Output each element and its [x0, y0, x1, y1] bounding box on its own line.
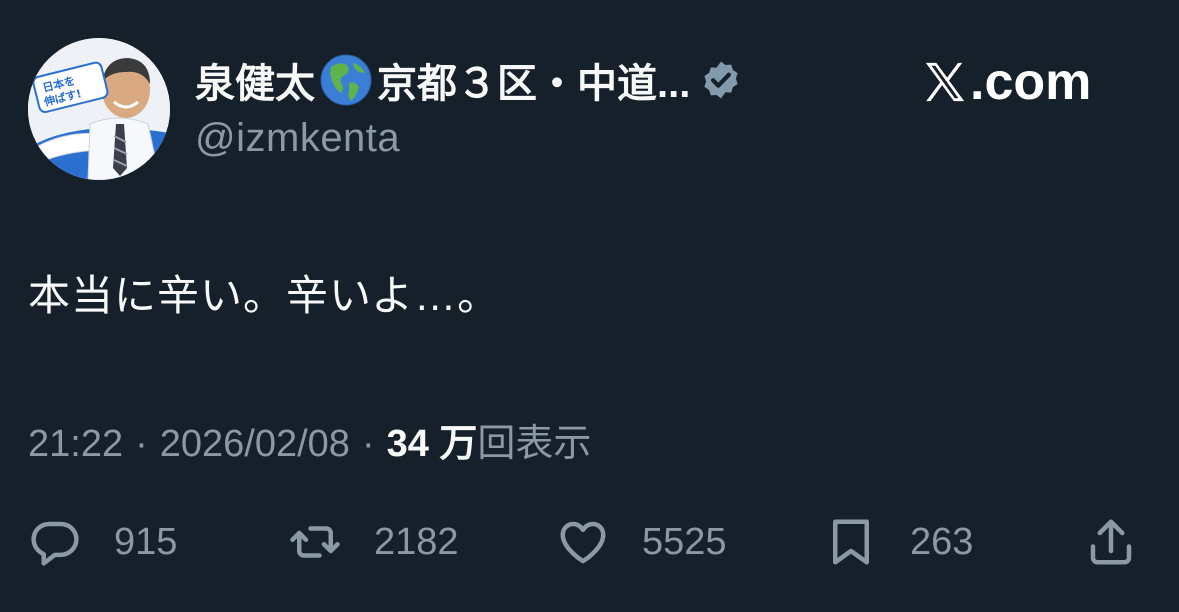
meta-separator: ·: [135, 423, 148, 465]
author-display-name[interactable]: 泉健太 京都３区・中道...: [195, 51, 690, 109]
like-button[interactable]: 5525: [556, 510, 727, 574]
verified-badge-icon[interactable]: [700, 59, 742, 101]
x-brand-label: .com: [970, 53, 1092, 111]
author-name-row[interactable]: 泉健太 京都３区・中道...: [195, 48, 742, 112]
retweet-button[interactable]: 2182: [288, 510, 459, 574]
like-count: 5525: [642, 520, 727, 563]
tweet-meta: 21:22 · 2026/02/08 · 34 万 回表示: [28, 412, 591, 467]
share-icon: [1090, 519, 1132, 565]
bookmark-button[interactable]: 263: [824, 510, 973, 574]
reply-icon: [31, 521, 79, 566]
meta-separator: ·: [361, 423, 375, 465]
bookmark-count: 263: [910, 520, 974, 563]
views-label: 回表示: [477, 423, 592, 465]
x-brand: .com: [922, 52, 1091, 112]
tweet-time[interactable]: 21:22: [28, 423, 123, 466]
views-count: 34 万: [386, 423, 478, 465]
share-button[interactable]: [1084, 510, 1138, 574]
tweet-date[interactable]: 2026/02/08: [160, 423, 350, 466]
heart-icon: [560, 521, 606, 564]
author-name-part2: 京都３区・中道...: [377, 62, 691, 106]
avatar[interactable]: 日本を 伸ばす!: [28, 38, 170, 180]
globe-americas-icon: [320, 54, 372, 106]
tweet-card: 日本を 伸ばす! 泉健太 京都３区・中道... @izmkenta .com 本…: [0, 0, 1179, 612]
reply-button[interactable]: 915: [28, 510, 177, 574]
tweet-text: 本当に辛い。辛いよ…。: [28, 272, 501, 319]
retweet-count: 2182: [374, 520, 459, 563]
action-bar: 915 2182 5525 263: [28, 510, 1148, 574]
retweet-icon: [290, 526, 340, 558]
bookmark-icon: [833, 519, 869, 565]
author-handle[interactable]: @izmkenta: [195, 116, 400, 161]
author-name-part1: 泉健太: [195, 62, 315, 106]
x-logo-icon: [925, 62, 965, 102]
reply-count: 915: [114, 520, 178, 563]
avatar-image: 日本を 伸ばす!: [28, 38, 170, 180]
